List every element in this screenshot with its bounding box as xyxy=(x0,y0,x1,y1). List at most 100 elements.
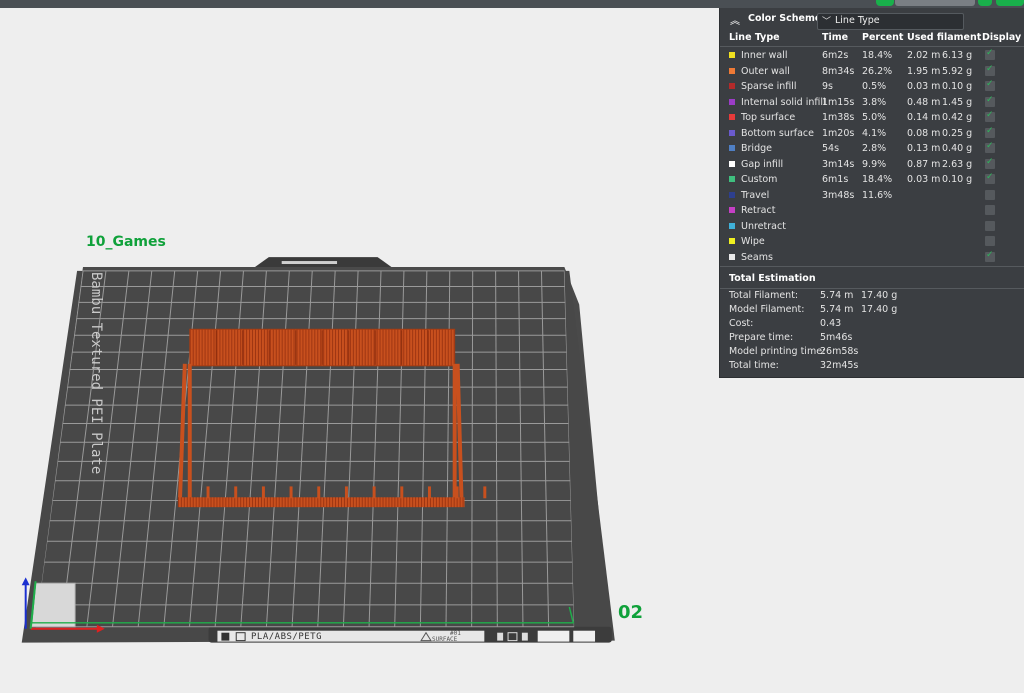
legend-column-headers: Line Type Time Percent Used filament Dis… xyxy=(720,32,1024,46)
display-checkbox[interactable] xyxy=(985,236,995,246)
plate-name[interactable]: 10_Games xyxy=(86,234,166,250)
total-label: Prepare time: xyxy=(729,332,794,343)
legend-row[interactable]: Custom 6m1s 18.4% 0.03 m 0.10 g ✓ xyxy=(720,172,1024,187)
legend-row[interactable]: Inner wall 6m2s 18.4% 2.02 m 6.13 g ✓ xyxy=(720,48,1024,63)
display-checkbox[interactable]: ✓ xyxy=(985,79,995,91)
line-type-weight: 1.45 g xyxy=(942,96,973,108)
line-type-label: Travel xyxy=(741,189,770,201)
legend-row[interactable]: Bridge 54s 2.8% 0.13 m 0.40 g ✓ xyxy=(720,141,1024,156)
line-type-color-swatch xyxy=(729,207,735,213)
display-checkbox[interactable]: ✓ xyxy=(985,172,995,184)
line-type-label: Bridge xyxy=(741,143,772,154)
line-type-time: 3m14s xyxy=(822,158,855,170)
toolbar-tab[interactable] xyxy=(895,0,975,6)
line-type-label: Gap infill xyxy=(741,158,784,170)
legend-row[interactable]: Gap infill 3m14s 9.9% 0.87 m 2.63 g ✓ xyxy=(720,157,1024,172)
z-axis-arrow xyxy=(21,577,30,586)
total-label: Total time: xyxy=(729,360,779,371)
line-type-time: 9s xyxy=(822,81,833,92)
legend-header: ︽ Color Scheme ﹀ Line Type xyxy=(720,8,1024,30)
chevron-down-icon: ﹀ xyxy=(822,17,832,27)
plate-number[interactable]: 02 xyxy=(618,602,643,623)
display-checkbox[interactable]: ✓ xyxy=(985,126,995,138)
line-type-time: 1m20s xyxy=(822,127,855,139)
line-type-label: Unretract xyxy=(741,220,786,232)
line-type-percent: 3.8% xyxy=(862,96,887,108)
divider xyxy=(720,288,1024,289)
col-display: Display xyxy=(982,32,1022,43)
check-icon: ✓ xyxy=(986,48,994,58)
line-type-label: Sparse infill xyxy=(741,81,797,92)
legend-row[interactable]: Travel 3m48s 11.6% xyxy=(720,188,1024,203)
line-type-label: Custom xyxy=(741,174,778,185)
color-scheme-select[interactable]: ﹀ Line Type xyxy=(817,13,964,30)
toolbar-tab-highlight[interactable] xyxy=(876,0,894,6)
total-row: Prepare time: 5m46s xyxy=(720,332,1024,346)
display-checkbox[interactable] xyxy=(985,220,995,231)
display-checkbox[interactable]: ✓ xyxy=(985,94,995,107)
col-used-filament: Used filament xyxy=(907,32,982,43)
line-type-color-swatch xyxy=(729,238,735,244)
check-icon: ✓ xyxy=(986,249,994,260)
display-checkbox[interactable]: ✓ xyxy=(985,110,995,122)
display-checkbox[interactable]: ✓ xyxy=(985,249,995,262)
total-label: Model printing time: xyxy=(729,346,826,357)
line-type-label: Top surface xyxy=(741,112,796,123)
line-type-color-swatch xyxy=(729,52,735,58)
total-row: Model printing time: 26m58s xyxy=(720,346,1024,360)
display-checkbox[interactable]: ✓ xyxy=(985,64,995,76)
line-type-percent: 9.9% xyxy=(862,158,887,170)
display-checkbox[interactable] xyxy=(985,205,995,215)
line-type-color-swatch xyxy=(729,98,735,105)
legend-row[interactable]: Unretract xyxy=(720,219,1024,234)
display-checkbox[interactable]: ✓ xyxy=(985,141,995,153)
build-plate-surface xyxy=(21,270,615,643)
legend-row[interactable]: Sparse infill 9s 0.5% 0.03 m 0.10 g ✓ xyxy=(720,79,1024,94)
color-scheme-value: Line Type xyxy=(835,15,880,26)
line-type-color-swatch xyxy=(729,191,735,198)
total-label: Total Filament: xyxy=(729,290,799,301)
legend-row[interactable]: Bottom surface 1m20s 4.1% 0.08 m 0.25 g ✓ xyxy=(720,126,1024,141)
display-checkbox[interactable]: ✓ xyxy=(985,157,995,169)
plate-surface-text: #01 SURFACE xyxy=(432,630,461,643)
line-type-label: Inner wall xyxy=(741,50,788,61)
legend-row[interactable]: Retract xyxy=(720,203,1024,218)
line-type-label: Wipe xyxy=(741,236,765,247)
plate-handle-slot xyxy=(281,261,338,265)
legend-row[interactable]: Top surface 1m38s 5.0% 0.14 m 0.42 g ✓ xyxy=(720,110,1024,125)
line-type-length: 0.14 m xyxy=(907,112,941,123)
display-checkbox[interactable]: ✓ xyxy=(985,48,995,60)
total-value: 26m58s xyxy=(820,346,859,357)
line-type-percent: 18.4% xyxy=(862,174,893,185)
legend-row[interactable]: Internal solid infill 1m15s 3.8% 0.48 m 1.45… xyxy=(720,95,1024,110)
divider xyxy=(720,46,1024,47)
check-icon: ✓ xyxy=(986,94,994,105)
trash-icon xyxy=(497,632,504,641)
line-type-percent: 11.6% xyxy=(862,189,893,201)
check-icon: ✓ xyxy=(986,110,994,120)
legend-row[interactable]: Outer wall 8m34s 26.2% 1.95 m 5.92 g ✓ xyxy=(720,64,1024,79)
check-icon: ✓ xyxy=(986,79,994,89)
col-time: Time xyxy=(822,32,849,43)
plate-brand-text: Bambu Textured PEI Plate xyxy=(88,272,104,475)
collapse-icon[interactable]: ︽ xyxy=(730,12,740,27)
plate-label-box xyxy=(537,630,570,642)
total-value: 0.43 xyxy=(820,318,842,329)
line-type-time: 8m34s xyxy=(822,65,855,77)
toolbar-tab-highlight[interactable] xyxy=(996,0,1024,6)
legend-row[interactable]: Wipe xyxy=(720,234,1024,249)
total-value: 5m46s xyxy=(820,332,853,343)
line-type-weight: 0.25 g xyxy=(942,127,973,139)
total-row: Total Filament: 5.74 m 17.40 g xyxy=(720,290,1024,304)
line-type-color-swatch xyxy=(729,222,735,229)
line-type-length: 2.02 m xyxy=(907,50,941,61)
display-checkbox[interactable] xyxy=(985,189,995,200)
line-type-weight: 6.13 g xyxy=(942,50,973,61)
total-value-secondary: 17.40 g xyxy=(861,304,898,315)
toolbar-tab-highlight[interactable] xyxy=(978,0,992,6)
line-type-weight: 0.40 g xyxy=(942,143,973,154)
line-type-color-swatch xyxy=(729,114,735,120)
line-type-color-swatch xyxy=(729,67,735,74)
legend-row[interactable]: Seams ✓ xyxy=(720,250,1024,265)
line-type-length: 1.95 m xyxy=(907,65,941,77)
